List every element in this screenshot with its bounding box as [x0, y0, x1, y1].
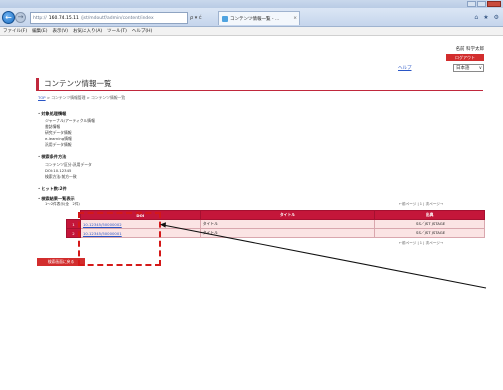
- window-controls: [467, 1, 501, 7]
- page-title: コンテンツ情報一覧: [36, 78, 483, 91]
- address-bar[interactable]: http://160.74.15.11/jst/mdoutf/admin/con…: [30, 12, 188, 24]
- favicon-icon: [222, 15, 228, 22]
- target-section-heading: ・対象処理情報: [37, 111, 67, 116]
- target-item: 汎用データ情報: [45, 142, 72, 147]
- annotation-dashed-box: [78, 212, 161, 266]
- help-link[interactable]: ヘルプ: [398, 65, 412, 71]
- logout-button[interactable]: ログアウト: [446, 54, 484, 61]
- browser-navbar: ← → http://160.74.15.11/jst/mdoutf/admin…: [0, 8, 503, 27]
- page-content: 名前 科学太郎 ログアウト ヘルプ 日本語 ∨ コンテンツ情報一覧 TOP > …: [0, 36, 503, 390]
- menu-file[interactable]: ファイル(F): [3, 28, 27, 34]
- breadcrumb-trail: > コンテンツ情報管理 > コンテンツ情報一覧: [45, 95, 126, 100]
- minimize-icon[interactable]: [467, 1, 476, 7]
- close-window-icon[interactable]: [487, 1, 501, 7]
- pager-top[interactable]: ←前ページ | 1 | 次ページ→: [399, 202, 443, 207]
- row-title: タイトル: [199, 219, 376, 229]
- menu-tools[interactable]: ツール(T): [107, 28, 127, 34]
- language-value: 日本語: [456, 66, 470, 71]
- back-arrow-icon[interactable]: ←: [2, 11, 15, 24]
- hit-count: ・ヒット数:2件: [37, 186, 67, 191]
- home-icon[interactable]: ⌂: [474, 14, 478, 21]
- breadcrumb: TOP > コンテンツ情報管理 > コンテンツ情報一覧: [38, 95, 125, 101]
- browser-tab[interactable]: コンテンツ情報一覧 - ... ×: [218, 11, 300, 25]
- forward-arrow-icon[interactable]: →: [15, 12, 26, 23]
- search-condition: 検索方法:前方一致: [45, 174, 77, 179]
- language-select[interactable]: 日本語 ∨: [453, 64, 484, 72]
- results-count: 1～2件表示(全 2件): [45, 202, 80, 206]
- search-section-heading: ・検索条件方法: [37, 154, 67, 159]
- settings-gear-icon[interactable]: ⚙: [494, 14, 499, 21]
- chevron-down-icon: ∨: [478, 65, 482, 71]
- search-condition: DOI:10.12345: [45, 168, 72, 173]
- col-source: 出典: [374, 210, 485, 220]
- favorites-star-icon[interactable]: ★: [483, 14, 488, 21]
- menu-view[interactable]: 表示(V): [52, 28, 68, 34]
- browser-right-icons: ⌂ ★ ⚙: [474, 14, 499, 21]
- menu-favorites[interactable]: お気に入り(A): [73, 28, 102, 34]
- user-name: 名前 科学太郎: [455, 47, 484, 52]
- address-tools[interactable]: ρ ▾ ć: [190, 12, 202, 24]
- breadcrumb-top-link[interactable]: TOP: [38, 95, 46, 100]
- menu-help[interactable]: ヘルプ(H): [132, 28, 152, 34]
- maximize-icon[interactable]: [477, 1, 486, 7]
- row-source: SS／JST JSTAGE: [374, 219, 485, 229]
- col-title: タイトル: [199, 210, 376, 220]
- pager-bottom[interactable]: ←前ページ | 1 | 次ページ→: [399, 241, 443, 246]
- menu-edit[interactable]: 編集(E): [32, 28, 47, 34]
- url-path: /jst/mdoutf/admin/content/index: [80, 15, 154, 21]
- row-title: タイトル: [199, 228, 376, 238]
- row-source: SS／JST JSTAGE: [374, 228, 485, 238]
- url-host: 160.74.15.11: [48, 15, 79, 21]
- tab-close-icon[interactable]: ×: [293, 16, 297, 21]
- tab-title: コンテンツ情報一覧 - ...: [230, 16, 280, 22]
- url-prefix: http://: [33, 15, 47, 21]
- menu-bar: ファイル(F) 編集(E) 表示(V) お気に入り(A) ツール(T) ヘルプ(…: [0, 27, 503, 36]
